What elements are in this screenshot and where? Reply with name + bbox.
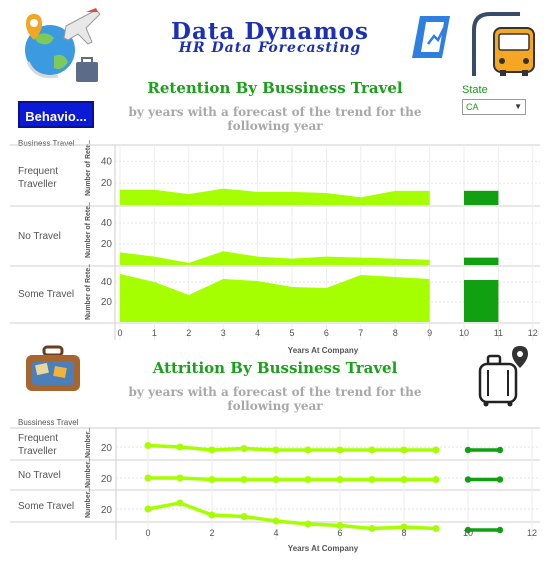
attrition-point-no-travel bbox=[304, 476, 312, 483]
attrition-point-no-travel bbox=[240, 476, 248, 483]
attrition-y-tick-label: 20 bbox=[101, 505, 113, 516]
attrition-line-no-travel bbox=[148, 476, 436, 482]
attrition-x-tick-label: 4 bbox=[273, 528, 278, 538]
attrition-point-frequent-traveller bbox=[432, 446, 440, 454]
attrition-forecast-point-frequent-traveller bbox=[464, 446, 472, 454]
attrition-point-no-travel bbox=[144, 474, 152, 482]
attrition-point-frequent-traveller bbox=[368, 446, 376, 454]
attrition-point-some-travel bbox=[368, 525, 376, 532]
attrition-point-no-travel bbox=[272, 476, 280, 483]
attrition-point-frequent-traveller bbox=[176, 443, 184, 451]
attrition-forecast-point-some-travel bbox=[496, 526, 504, 534]
attrition-x-tick-label: 12 bbox=[527, 528, 537, 538]
attrition-point-no-travel bbox=[336, 476, 344, 483]
attrition-point-frequent-traveller bbox=[144, 442, 152, 449]
attrition-x-tick-label: 8 bbox=[401, 528, 406, 538]
attrition-point-no-travel bbox=[368, 476, 376, 483]
attrition-line-frequent-traveller bbox=[147, 443, 436, 452]
attrition-point-frequent-traveller bbox=[336, 446, 344, 454]
attrition-forecast-point-frequent-traveller bbox=[496, 446, 504, 454]
attrition-point-some-travel bbox=[208, 511, 216, 519]
attrition-y-tick-label: 20 bbox=[101, 443, 113, 454]
attrition-forecast-point-no-travel bbox=[464, 476, 472, 483]
attrition-x-axis-title: Years At Company bbox=[287, 544, 359, 553]
attrition-point-frequent-traveller bbox=[304, 446, 312, 454]
attrition-x-tick-label: 0 bbox=[145, 528, 150, 538]
attrition-x-tick-label: 6 bbox=[337, 528, 342, 538]
attrition-point-some-travel bbox=[272, 517, 280, 525]
attrition-point-frequent-traveller bbox=[240, 445, 248, 452]
attrition-x-tick-label: 2 bbox=[209, 528, 214, 538]
attrition-point-some-travel bbox=[240, 513, 248, 520]
attrition-point-frequent-traveller bbox=[400, 446, 408, 454]
attrition-y-tick-label: 20 bbox=[101, 474, 113, 485]
attrition-x-tick-label: 10 bbox=[463, 528, 473, 538]
attrition-point-frequent-traveller bbox=[208, 446, 216, 454]
attrition-point-some-travel bbox=[304, 520, 312, 528]
attrition-forecast-point-no-travel bbox=[496, 476, 504, 483]
attrition-point-frequent-traveller bbox=[272, 446, 280, 454]
attrition-point-no-travel bbox=[432, 476, 440, 483]
attrition-point-no-travel bbox=[400, 476, 408, 483]
attrition-point-no-travel bbox=[208, 476, 216, 483]
attrition-point-some-travel bbox=[432, 525, 440, 532]
attrition-line-some-travel bbox=[147, 501, 437, 531]
attrition-point-no-travel bbox=[176, 474, 184, 482]
attrition-chart: 20 20 20 0 2 4 6 8 10 12 bbox=[10, 427, 540, 540]
attrition-point-some-travel bbox=[176, 499, 184, 507]
attrition-point-some-travel bbox=[144, 505, 152, 513]
